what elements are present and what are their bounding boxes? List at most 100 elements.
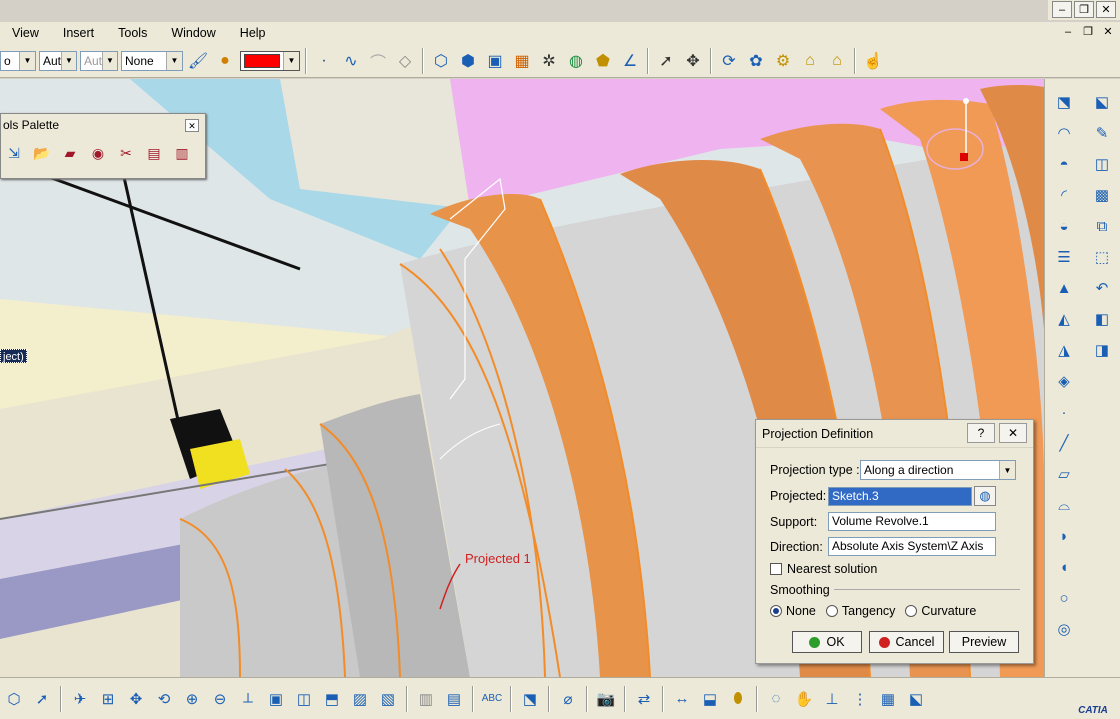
sphere-icon[interactable]: ◓ — [1051, 151, 1077, 177]
box-icon[interactable]: ⬚ — [1089, 244, 1115, 270]
join-icon[interactable]: ◭ — [1051, 306, 1077, 332]
grid-icon[interactable]: ▦ — [510, 49, 534, 73]
boundary-icon[interactable]: ◖ — [1051, 554, 1077, 580]
projected-field[interactable]: Sketch.3 — [828, 486, 972, 506]
properties-icon[interactable]: ● — [213, 49, 237, 73]
zoom-in-icon[interactable]: ⊕ — [180, 687, 204, 711]
group-tool-icon[interactable]: ▤ — [143, 142, 165, 164]
normal-view-icon[interactable]: ⟂ — [236, 687, 260, 711]
update-icon[interactable]: ⟳ — [717, 49, 741, 73]
restore-button[interactable]: ❐ — [1074, 1, 1094, 18]
line-type-combo[interactable]: o ▼ — [0, 50, 36, 71]
intersection-icon[interactable]: ◗ — [1051, 523, 1077, 549]
trim-icon[interactable]: ◈ — [1051, 368, 1077, 394]
line-icon[interactable]: ╱ — [1051, 430, 1077, 456]
projection-type-select[interactable]: Along a direction ▼ — [860, 460, 1016, 480]
doc-minimize-button[interactable]: – — [1060, 24, 1076, 39]
tools-icon[interactable]: ⌂ — [825, 49, 849, 73]
rotate-icon[interactable]: ⟲ — [152, 687, 176, 711]
transform-icon[interactable]: ⧉ — [1089, 213, 1115, 239]
hand-tool-icon[interactable]: ☝ — [861, 49, 885, 73]
layer-combo[interactable]: None ▼ — [121, 50, 183, 71]
boolean-icon[interactable]: ▩ — [1089, 182, 1115, 208]
line-thickness-combo[interactable]: Aut ▼ — [39, 50, 77, 71]
split-icon[interactable]: ◮ — [1051, 337, 1077, 363]
surface-icon[interactable]: ◇ — [393, 49, 417, 73]
knowledge-icon[interactable]: ⌂ — [798, 49, 822, 73]
nearest-solution-checkbox[interactable] — [770, 563, 782, 575]
projected-annotation[interactable]: Projected 1 — [465, 551, 531, 566]
whats-this-icon[interactable]: ➚ — [30, 687, 54, 711]
menu-view[interactable]: View — [0, 22, 51, 44]
part-design-icon[interactable]: ⬕ — [1089, 89, 1115, 115]
sketch-icon[interactable]: ✎ — [1089, 120, 1115, 146]
support-field[interactable]: Volume Revolve.1 — [828, 512, 996, 531]
offset-icon[interactable]: ▲ — [1051, 275, 1077, 301]
select-arrow-icon[interactable]: ➚ — [654, 49, 678, 73]
hide-show-icon[interactable]: ▨ — [348, 687, 372, 711]
spline-icon[interactable]: ∿ — [339, 49, 363, 73]
arc-icon[interactable]: ⌒ — [366, 49, 390, 73]
direction-field[interactable]: Absolute Axis System\Z Axis — [828, 537, 996, 556]
swap-visible-icon[interactable]: ▧ — [376, 687, 400, 711]
fillet-icon[interactable]: ◧ — [1089, 306, 1115, 332]
projection-icon[interactable]: ⌓ — [1051, 492, 1077, 518]
view-cube-icon[interactable]: ◫ — [292, 687, 316, 711]
work-on-support-icon[interactable]: ⬕ — [904, 687, 928, 711]
zoom-out-icon[interactable]: ⊖ — [208, 687, 232, 711]
measure-icon[interactable]: ⬔ — [518, 687, 542, 711]
preview-button[interactable]: Preview — [949, 631, 1019, 653]
element-tool-icon[interactable]: ▰ — [59, 142, 81, 164]
grid-icon[interactable]: ▦ — [876, 687, 900, 711]
curve-icon[interactable]: ↶ — [1089, 275, 1115, 301]
solid-icon[interactable]: ⬡ — [429, 49, 453, 73]
gear-icon[interactable]: ⚙ — [771, 49, 795, 73]
loft-icon[interactable]: ◒ — [1051, 213, 1077, 239]
layer-props-icon[interactable]: ▥ — [414, 687, 438, 711]
analysis-icon[interactable]: ⇄ — [632, 687, 656, 711]
color-combo[interactable]: ▼ — [240, 50, 300, 71]
cut-tool-icon[interactable]: ✂ — [115, 142, 137, 164]
knowledge-advisor-icon[interactable]: ◌ — [764, 687, 788, 711]
fly-icon[interactable]: ✈ — [68, 687, 92, 711]
analysis-icon[interactable]: ∠ — [618, 49, 642, 73]
close-button[interactable]: ✕ — [999, 423, 1027, 443]
smoothing-curvature-radio[interactable] — [905, 605, 918, 617]
volume-icon[interactable]: ▣ — [483, 49, 507, 73]
menu-window[interactable]: Window — [159, 22, 227, 44]
smoothing-none-radio[interactable] — [770, 605, 782, 617]
axis-system-icon[interactable]: ⊥ — [820, 687, 844, 711]
target-tool-icon[interactable]: ◉ — [87, 142, 109, 164]
sweep-icon[interactable]: ◜ — [1051, 182, 1077, 208]
select-tool-icon[interactable]: ⇲ — [3, 142, 25, 164]
spiral-icon[interactable]: ◎ — [1051, 616, 1077, 642]
point-icon[interactable]: · — [1051, 399, 1077, 425]
catalog-icon[interactable]: ⬟ — [591, 49, 615, 73]
chamfer-icon[interactable]: ◨ — [1089, 337, 1115, 363]
doc-restore-button[interactable]: ❐ — [1080, 24, 1096, 39]
text-annotation-icon[interactable]: ABC — [480, 687, 504, 711]
solid-edit-icon[interactable]: ⬢ — [456, 49, 480, 73]
folder-tool-icon[interactable]: 📂 — [31, 142, 53, 164]
compass-icon[interactable]: ✥ — [681, 49, 705, 73]
globe-icon[interactable]: ◍ — [564, 49, 588, 73]
point-symbol-combo[interactable]: Aut ▼ — [80, 50, 118, 71]
help-button[interactable]: ? — [967, 423, 995, 443]
pan-icon[interactable]: ✥ — [124, 687, 148, 711]
fit-all-icon[interactable]: ⊞ — [96, 687, 120, 711]
explode-icon[interactable]: ✲ — [537, 49, 561, 73]
cube-icon[interactable]: ◫ — [1089, 151, 1115, 177]
inertia-icon[interactable]: ⬮ — [726, 687, 750, 711]
measure-between-icon[interactable]: ↔ — [670, 687, 694, 711]
measure-item-icon[interactable]: ⬓ — [698, 687, 722, 711]
minimize-button[interactable]: – — [1052, 1, 1072, 18]
format-painter-icon[interactable]: 🖌 — [186, 49, 210, 73]
extrude-icon[interactable]: ⬔ — [1051, 89, 1077, 115]
snap-icon[interactable]: ⬡ — [2, 687, 26, 711]
menu-insert[interactable]: Insert — [51, 22, 106, 44]
tree-icon[interactable]: ⋮ — [848, 687, 872, 711]
circle-icon[interactable]: ○ — [1051, 585, 1077, 611]
tree-node-label[interactable]: ject) — [0, 349, 27, 363]
close-icon[interactable]: ✕ — [185, 119, 199, 132]
iso-view-icon[interactable]: ▣ — [264, 687, 288, 711]
